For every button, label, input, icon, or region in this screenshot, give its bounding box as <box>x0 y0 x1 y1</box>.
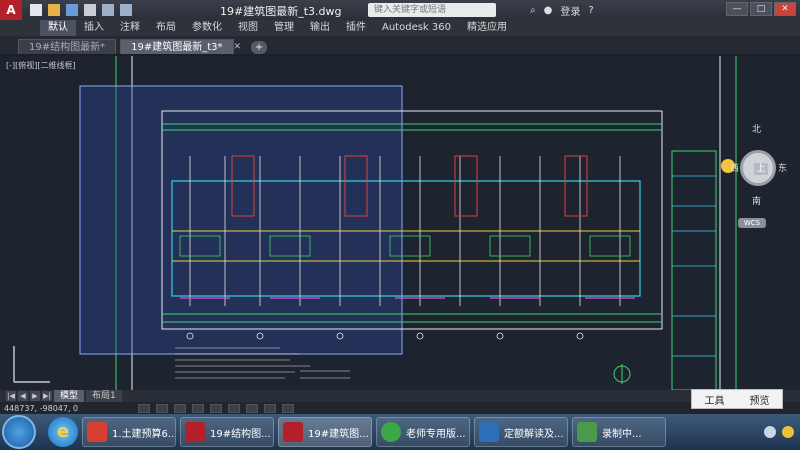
taskbar-item-label: 19#建筑图... <box>308 428 369 440</box>
qq-icon[interactable] <box>782 426 794 438</box>
last-layout-icon[interactable]: ▶| <box>42 391 52 401</box>
taskbar-item-label: 定额解读及... <box>504 428 564 440</box>
tools-button[interactable]: 工具 <box>705 392 725 407</box>
user-icon[interactable]: ● <box>544 5 553 16</box>
grid-icon[interactable] <box>156 403 169 413</box>
tab-layout1[interactable]: 布局1 <box>86 390 122 402</box>
open-icon[interactable] <box>48 4 60 16</box>
tab-default[interactable]: 默认 <box>40 20 76 36</box>
layout-tabs: |◀ ◀ ▶ ▶| 模型 布局1 <box>0 390 800 402</box>
view-cube[interactable]: 北 上 西 东 南 WCS <box>730 122 787 228</box>
floor-plan-drawing <box>13 56 737 390</box>
search-input[interactable]: 键入关键字或短语 <box>368 3 496 17</box>
title-bar: A 19#建筑图最新_t3.dwg 键入关键字或短语 ⌕ ● 登录 ? — □ … <box>0 0 800 20</box>
app-window: A 19#建筑图最新_t3.dwg 键入关键字或短语 ⌕ ● 登录 ? — □ … <box>0 0 800 450</box>
tab-manage[interactable]: 管理 <box>266 20 302 36</box>
doc-tab-structure[interactable]: 19#结构图最新* <box>18 39 117 54</box>
wcs-menu[interactable]: WCS <box>738 218 766 228</box>
minimize-button[interactable]: — <box>726 2 748 16</box>
drawing-canvas[interactable]: [-][俯视][二维线框] 北 上 西 东 南 WCS <box>0 56 800 390</box>
ortho-icon[interactable] <box>174 403 187 413</box>
undo-icon[interactable] <box>102 4 114 16</box>
title-right-tools: ⌕ ● 登录 ? <box>530 3 594 18</box>
green-app-icon <box>381 422 401 442</box>
search-icon[interactable]: ⌕ <box>530 5 536 16</box>
first-layout-icon[interactable]: |◀ <box>6 391 16 401</box>
document-title: 19#建筑图最新_t3.dwg <box>220 5 342 18</box>
compass-east-label: 东 <box>778 164 788 174</box>
taskbar-item-label: 19#结构图... <box>210 428 271 440</box>
start-button[interactable] <box>2 415 36 449</box>
taskbar-item-structure-dwg[interactable]: 19#结构图... <box>180 417 274 447</box>
window-controls: — □ ✕ <box>726 2 796 16</box>
new-tab-icon[interactable]: + <box>251 41 268 54</box>
otrack-icon[interactable] <box>228 403 241 413</box>
snap-icon[interactable] <box>138 403 151 413</box>
autocad-logo-icon[interactable]: A <box>0 0 22 20</box>
autocad-icon <box>283 422 303 442</box>
taskbar-item-architecture-dwg[interactable]: 19#建筑图... <box>278 417 372 447</box>
osnap-icon[interactable] <box>210 403 223 413</box>
ie-icon[interactable]: e <box>48 417 78 447</box>
tools-popup: 工具 预览 <box>691 389 783 409</box>
tab-layout[interactable]: 布局 <box>148 20 184 36</box>
login-link[interactable]: 登录 <box>560 3 580 18</box>
taskbar-item-label: 老师专用版... <box>406 428 466 440</box>
redo-icon[interactable] <box>120 4 132 16</box>
polar-icon[interactable] <box>192 403 205 413</box>
new-icon[interactable] <box>30 4 42 16</box>
tab-featured-apps[interactable]: 精选应用 <box>459 20 515 36</box>
view-cube-top[interactable]: 上 <box>754 163 768 175</box>
help-icon[interactable]: ? <box>588 5 593 16</box>
system-tray <box>740 417 800 447</box>
taskbar-item-quota[interactable]: 定额解读及... <box>474 417 568 447</box>
close-button[interactable]: ✕ <box>774 2 796 16</box>
print-icon[interactable] <box>84 4 96 16</box>
compass-south-label: 南 <box>752 197 762 207</box>
taskbar-item-ppt[interactable]: 1.土建预算6... <box>82 417 176 447</box>
dyn-icon[interactable] <box>264 403 277 413</box>
tab-plugins[interactable]: 插件 <box>338 20 374 36</box>
save-icon[interactable] <box>66 4 78 16</box>
restore-button[interactable]: □ <box>750 2 772 16</box>
doc-tab-close-icon[interactable]: ✕ <box>234 42 244 54</box>
taskbar-item-teacher[interactable]: 老师专用版... <box>376 417 470 447</box>
taskbar-item-label: 1.土建预算6... <box>112 428 176 440</box>
coordinates-readout: 448737, -98047, 0 <box>4 403 79 413</box>
quick-access-toolbar <box>30 4 132 16</box>
tab-model[interactable]: 模型 <box>54 390 85 402</box>
status-bar: 448737, -98047, 0 <box>0 402 800 414</box>
preview-button[interactable]: 预览 <box>750 392 770 407</box>
document-tabs: 19#结构图最新* 19#建筑图最新_t3* ✕ + <box>0 36 800 54</box>
tab-insert[interactable]: 插入 <box>76 20 112 36</box>
powerpoint-icon <box>87 422 107 442</box>
autocad-icon <box>185 422 205 442</box>
next-layout-icon[interactable]: ▶ <box>30 391 40 401</box>
tab-annotate[interactable]: 注释 <box>112 20 148 36</box>
taskbar-item-label: 录制中... <box>602 428 642 440</box>
tab-autodesk-360[interactable]: Autodesk 360 <box>374 20 459 36</box>
ducs-icon[interactable] <box>246 403 259 413</box>
drafting-toggles <box>138 403 295 413</box>
prev-layout-icon[interactable]: ◀ <box>18 391 28 401</box>
blue-app-icon <box>479 422 499 442</box>
doc-tab-architecture[interactable]: 19#建筑图最新_t3* <box>120 39 234 54</box>
tab-parametric[interactable]: 参数化 <box>184 20 230 36</box>
taskbar-item-recording[interactable]: 录制中... <box>572 417 666 447</box>
tray-icon[interactable] <box>764 426 776 438</box>
tab-output[interactable]: 输出 <box>302 20 338 36</box>
tab-view[interactable]: 视图 <box>230 20 266 36</box>
windows-taskbar: e 1.土建预算6... 19#结构图... 19#建筑图... 老师专用版..… <box>0 414 800 450</box>
ribbon-tabs: 默认 插入 注释 布局 参数化 视图 管理 输出 插件 Autodesk 360… <box>0 20 800 36</box>
lwt-icon[interactable] <box>282 403 295 413</box>
camtasia-icon <box>577 422 597 442</box>
compass-north-label: 北 <box>752 125 762 135</box>
compass-west-label: 西 <box>730 164 740 174</box>
compass-ring[interactable]: 上 <box>740 150 776 186</box>
